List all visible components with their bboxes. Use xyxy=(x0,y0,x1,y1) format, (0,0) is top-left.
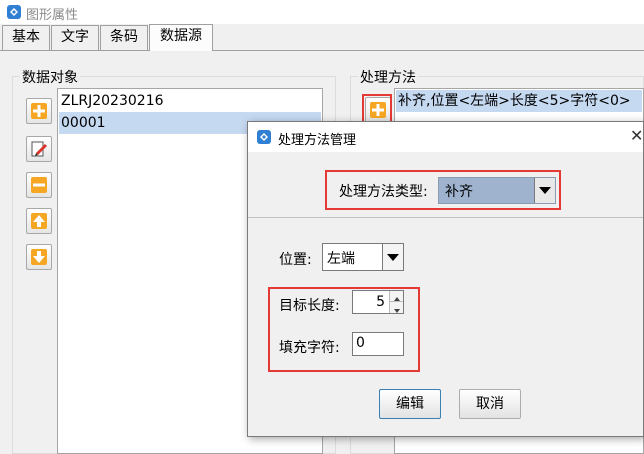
chevron-down-icon[interactable] xyxy=(382,244,403,270)
minus-icon xyxy=(31,177,47,193)
data-object-label: 数据对象 xyxy=(20,67,80,87)
plus-icon xyxy=(31,103,47,119)
highlight-method-type xyxy=(325,170,561,210)
dialog-title: 处理方法管理 xyxy=(278,133,357,148)
processing-method-dialog: 处理方法管理 ✕ 处理方法类型: 补齐 位置: 左端 目标长度: 5 填充字符:… xyxy=(247,121,644,437)
list-item[interactable]: 补齐,位置<左端>长度<5>字符<0> xyxy=(396,90,642,112)
tab-barcode[interactable]: 条码 xyxy=(100,25,148,50)
position-label: 位置: xyxy=(279,252,312,268)
cancel-button[interactable]: 取消 xyxy=(459,389,521,419)
edit-button[interactable] xyxy=(26,136,52,162)
add-button[interactable] xyxy=(26,98,52,124)
list-item[interactable]: ZLRJ20230216 xyxy=(59,90,321,112)
remove-button[interactable] xyxy=(26,172,52,198)
dialog-separator xyxy=(248,217,643,218)
highlight-fill-params xyxy=(268,287,420,372)
app-logo-icon xyxy=(6,4,22,20)
move-up-button[interactable] xyxy=(26,208,52,234)
tab-datasource[interactable]: 数据源 xyxy=(149,24,213,51)
processing-method-label: 处理方法 xyxy=(358,67,418,87)
close-icon[interactable]: ✕ xyxy=(630,126,643,145)
move-down-button[interactable] xyxy=(26,244,52,270)
app-logo-icon xyxy=(256,129,272,145)
tab-text[interactable]: 文字 xyxy=(51,25,99,50)
edit-pencil-icon xyxy=(31,141,47,157)
tab-basic[interactable]: 基本 xyxy=(2,25,50,50)
position-value: 左端 xyxy=(327,251,355,267)
window-title: 图形属性 xyxy=(26,8,79,23)
window-title-bar: 图形属性 xyxy=(0,0,644,24)
dialog-title-bar: 处理方法管理 ✕ xyxy=(248,122,643,152)
arrow-down-icon xyxy=(31,249,47,265)
position-select[interactable]: 左端 xyxy=(322,243,404,271)
arrow-up-icon xyxy=(31,213,47,229)
edit-button[interactable]: 编辑 xyxy=(379,389,441,419)
